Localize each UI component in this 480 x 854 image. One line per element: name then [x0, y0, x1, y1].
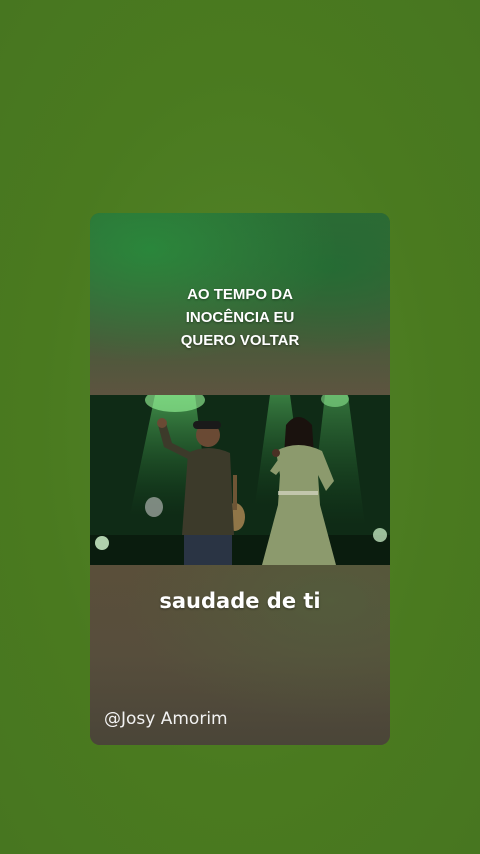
- video-frame[interactable]: [90, 395, 390, 565]
- lyric-line-2: INOCÊNCIA EU: [185, 309, 295, 326]
- lyric-line-3: QUERO VOLTAR: [180, 332, 300, 349]
- author-handle[interactable]: @Josy Amorim: [104, 709, 228, 729]
- top-lyric-panel: AO TEMPO DA INOCÊNCIA EU QUERO VOLTAR: [90, 213, 390, 395]
- top-lyric-text: AO TEMPO DA INOCÊNCIA EU QUERO VOLTAR: [90, 283, 390, 352]
- story-card[interactable]: AO TEMPO DA INOCÊNCIA EU QUERO VOLTAR sa…: [90, 213, 390, 745]
- bottom-lyric-text: saudade de ti: [159, 589, 321, 613]
- lyric-line-1: AO TEMPO DA: [187, 286, 293, 303]
- bottom-lyric-panel: saudade de ti @Josy Amorim: [90, 565, 390, 745]
- stage-scene-image: [90, 395, 390, 565]
